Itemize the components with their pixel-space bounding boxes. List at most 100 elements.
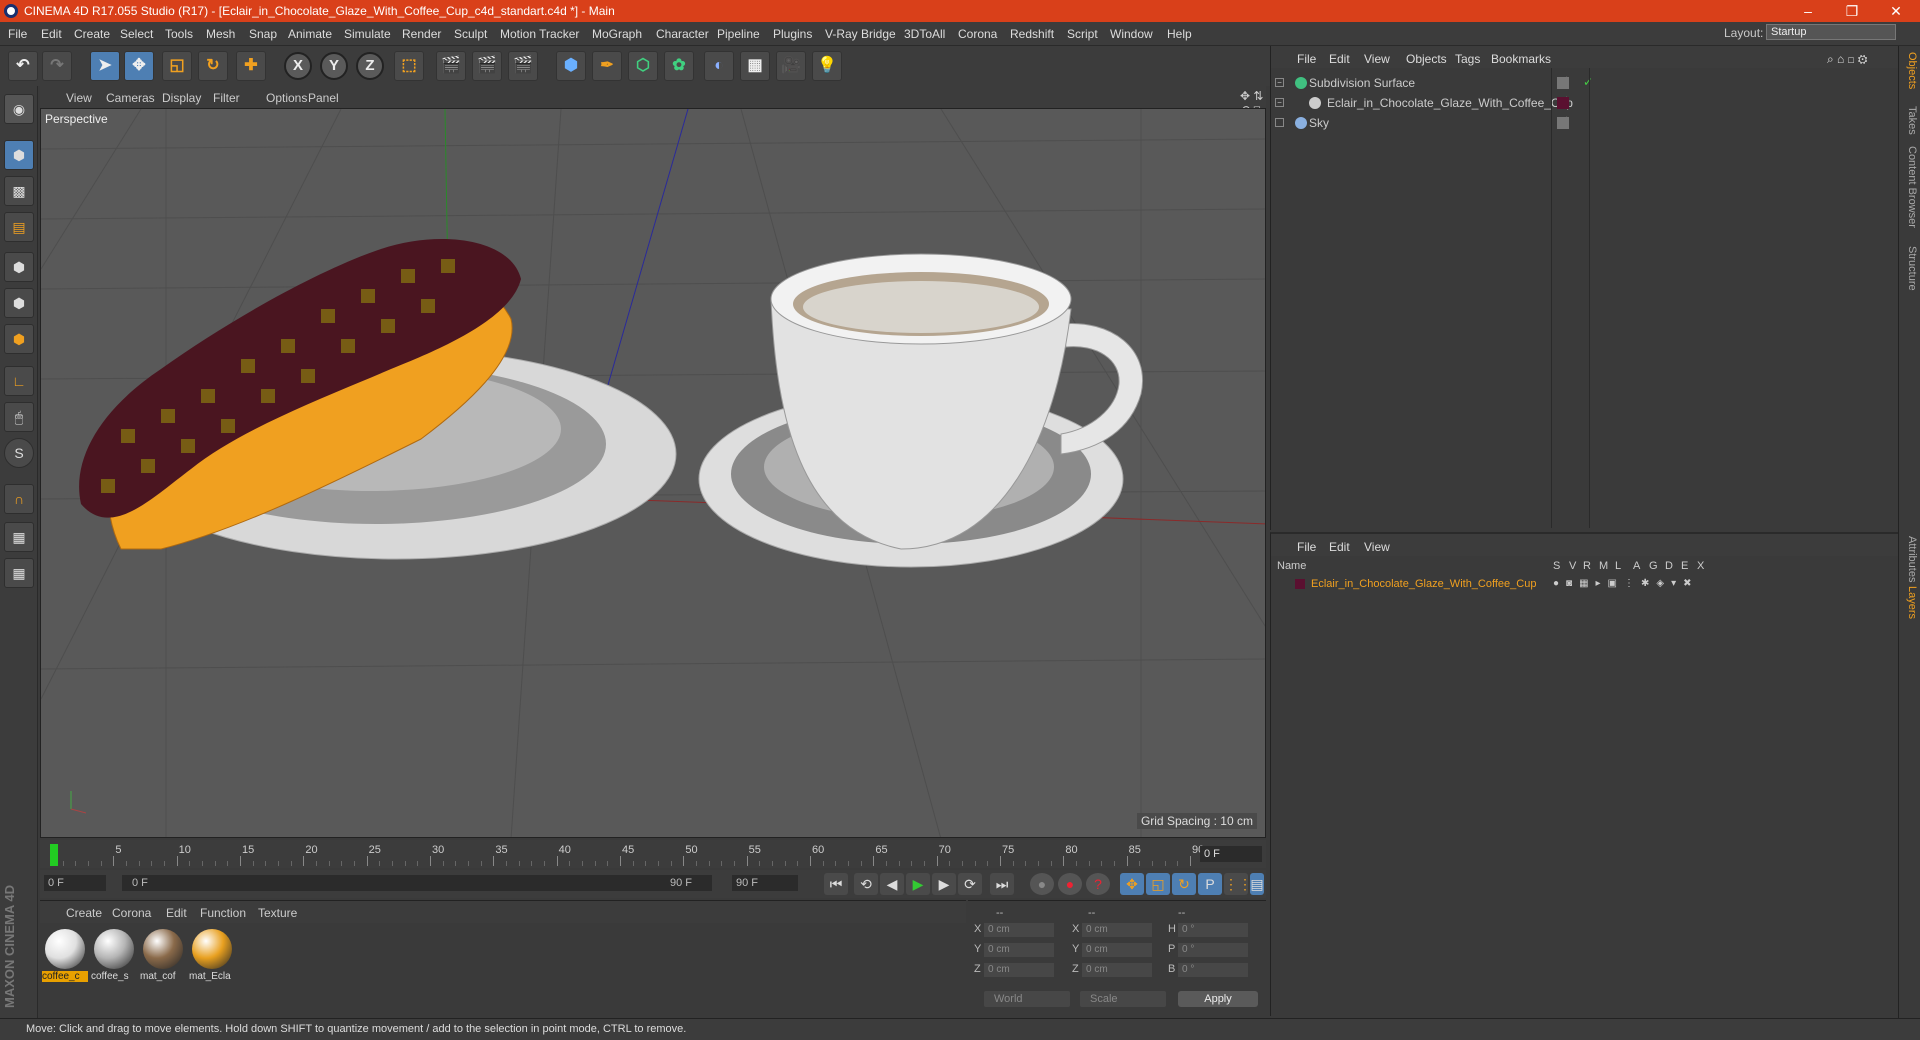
record-disabled-icon[interactable]: ●: [1030, 873, 1054, 895]
x-axis-lock-button[interactable]: X: [284, 52, 312, 80]
obj-menu-objects[interactable]: Objects: [1406, 52, 1447, 66]
menu-tools[interactable]: Tools: [165, 27, 193, 41]
key-rotation-icon[interactable]: ↻: [1172, 873, 1196, 895]
points-mode-icon[interactable]: ⬢: [4, 252, 34, 282]
menu-window[interactable]: Window: [1110, 27, 1153, 41]
layer-column-header[interactable]: A: [1633, 560, 1640, 572]
viewport-menu-filter[interactable]: Filter: [213, 91, 240, 105]
tree-toggle-icon[interactable]: [1275, 118, 1284, 127]
end-frame-field[interactable]: 90 F: [732, 875, 798, 891]
floor-icon[interactable]: ▦: [740, 51, 770, 81]
scale-tool-icon[interactable]: ◱: [162, 51, 192, 81]
z-axis-lock-button[interactable]: Z: [356, 52, 384, 80]
select-tool-icon[interactable]: ➤: [90, 51, 120, 81]
layer-column-header[interactable]: M: [1599, 560, 1608, 572]
obj-menu-view[interactable]: View: [1364, 52, 1390, 66]
key-position-icon[interactable]: ✥: [1120, 873, 1144, 895]
tag-icon[interactable]: [1557, 117, 1569, 129]
coord-value-field[interactable]: 0 °: [1178, 923, 1248, 937]
coord-value-field[interactable]: 0 cm: [984, 923, 1054, 937]
layer-column-header[interactable]: R: [1583, 560, 1591, 572]
next-key-icon[interactable]: ⟳: [958, 873, 982, 895]
tag-icon[interactable]: [1557, 77, 1569, 89]
layer-color-swatch[interactable]: [1295, 579, 1305, 589]
planar-workplane-icon[interactable]: ▦: [4, 558, 34, 588]
menu-edit[interactable]: Edit: [41, 27, 62, 41]
rotate-tool-icon[interactable]: ↻: [198, 51, 228, 81]
menu-character[interactable]: Character: [656, 27, 709, 41]
model-mode-icon[interactable]: ⬢: [4, 140, 34, 170]
right-tab-attributes[interactable]: Attributes: [1902, 536, 1918, 582]
render-settings-icon[interactable]: 🎬: [508, 51, 538, 81]
material-menu-texture[interactable]: Texture: [258, 906, 297, 920]
edges-mode-icon[interactable]: ⬢: [4, 288, 34, 318]
coord-value-field[interactable]: 0 cm: [984, 943, 1054, 957]
menu-mograph[interactable]: MoGraph: [592, 27, 642, 41]
timeline-ruler[interactable]: 051015202530354045505560657075808590 0 F: [40, 840, 1266, 868]
obj-menu-bookmarks[interactable]: Bookmarks: [1491, 52, 1551, 66]
search-icon[interactable]: ⌕ ⌂ ◻ ⚙: [1827, 52, 1867, 67]
menu-script[interactable]: Script: [1067, 27, 1098, 41]
move-tool-icon[interactable]: ✥: [124, 51, 154, 81]
minimize-button[interactable]: –: [1786, 0, 1830, 22]
layer-menu-file[interactable]: File: [1297, 540, 1316, 554]
menu-pipeline[interactable]: Pipeline: [717, 27, 760, 41]
right-tab-layers[interactable]: Layers: [1902, 586, 1918, 619]
layer-column-header[interactable]: Name: [1277, 560, 1306, 572]
deformer-icon[interactable]: ◐: [704, 51, 734, 81]
coord-value-field[interactable]: 0 cm: [984, 963, 1054, 977]
coord-value-field[interactable]: 0 °: [1178, 963, 1248, 977]
coord-system-dropdown[interactable]: World: [984, 991, 1070, 1007]
close-button[interactable]: ✕: [1874, 0, 1918, 22]
coord-value-field[interactable]: 0 cm: [1082, 963, 1152, 977]
menu-snap[interactable]: Snap: [249, 27, 277, 41]
magnet-icon[interactable]: ∩: [4, 484, 34, 514]
cube-primitive-icon[interactable]: ⬢: [556, 51, 586, 81]
right-tab-takes[interactable]: Takes: [1902, 106, 1918, 135]
snap-icon[interactable]: S: [4, 438, 34, 468]
obj-menu-tags[interactable]: Tags: [1455, 52, 1480, 66]
menu-corona[interactable]: Corona: [958, 27, 997, 41]
viewport-menu-panel[interactable]: Panel: [308, 91, 339, 105]
menu-simulate[interactable]: Simulate: [344, 27, 391, 41]
key-scale-icon[interactable]: ◱: [1146, 873, 1170, 895]
y-axis-lock-button[interactable]: Y: [320, 52, 348, 80]
menu-3dtoall[interactable]: 3DToAll: [904, 27, 945, 41]
layer-column-header[interactable]: X: [1697, 560, 1704, 572]
playhead[interactable]: [50, 844, 58, 866]
start-frame-field[interactable]: 0 F: [44, 875, 106, 891]
material-menu-create[interactable]: Create: [66, 906, 102, 920]
go-to-start-icon[interactable]: ⏮: [824, 873, 848, 895]
coordinate-system-icon[interactable]: ⬚: [394, 51, 424, 81]
redo-button[interactable]: ↷: [42, 51, 72, 81]
tree-toggle-icon[interactable]: −: [1275, 78, 1284, 87]
timeline-window-icon[interactable]: ▤: [1250, 873, 1264, 895]
material-menu-corona[interactable]: Corona: [112, 906, 151, 920]
lock-workplane-icon[interactable]: ▦: [4, 522, 34, 552]
material-menu-edit[interactable]: Edit: [166, 906, 187, 920]
play-forward-icon[interactable]: ▶: [906, 873, 930, 895]
make-editable-icon[interactable]: ◉: [4, 94, 34, 124]
layer-row[interactable]: Eclair_in_Chocolate_Glaze_With_Coffee_Cu…: [1271, 576, 1897, 594]
layer-column-header[interactable]: S: [1553, 560, 1560, 572]
layer-column-header[interactable]: G: [1649, 560, 1658, 572]
coord-value-field[interactable]: 0 cm: [1082, 923, 1152, 937]
object-row[interactable]: − Eclair_in_Chocolate_Glaze_With_Coffee_C…: [1275, 94, 1815, 112]
obj-menu-edit[interactable]: Edit: [1329, 52, 1350, 66]
next-frame-icon[interactable]: ▶: [932, 873, 956, 895]
frame-range-slider[interactable]: 0 F 90 F: [122, 875, 712, 891]
tree-toggle-icon[interactable]: −: [1275, 98, 1284, 107]
menu-file[interactable]: File: [8, 27, 27, 41]
key-parameter-icon[interactable]: P: [1198, 873, 1222, 895]
menu-motion-tracker[interactable]: Motion Tracker: [500, 27, 579, 41]
layout-select[interactable]: Startup: [1766, 24, 1896, 40]
undo-button[interactable]: ↶: [8, 51, 38, 81]
layer-column-header[interactable]: L: [1615, 560, 1621, 572]
previous-key-icon[interactable]: ⟲: [854, 873, 878, 895]
obj-menu-file[interactable]: File: [1297, 52, 1316, 66]
layer-column-header[interactable]: D: [1665, 560, 1673, 572]
material-swatch[interactable]: coffee_s: [91, 929, 137, 985]
key-pla-icon[interactable]: ⋮⋮: [1224, 873, 1252, 895]
menu-sculpt[interactable]: Sculpt: [454, 27, 487, 41]
viewport-menu-options[interactable]: Options: [266, 91, 307, 105]
